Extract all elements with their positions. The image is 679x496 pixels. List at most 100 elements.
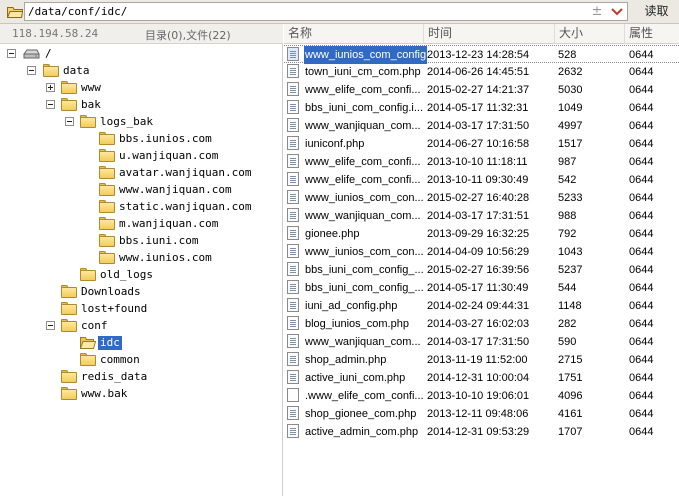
tree-node-m-wanjiquan[interactable]: m.wanjiquan.com bbox=[99, 216, 279, 233]
file-row[interactable]: shop_admin.php 2013-11-19 11:52:00 2715 064… bbox=[284, 351, 679, 369]
tree-node-conf[interactable]: conf bbox=[46, 318, 246, 335]
tree-node-lost-found[interactable]: lost+found bbox=[61, 301, 241, 318]
directory-tree[interactable]: / data www bak logs_bak bbs.iunios.com u… bbox=[0, 44, 283, 496]
file-time: 2014-12-31 09:53:29 bbox=[427, 426, 530, 438]
tree-node-avatar-wanjiquan[interactable]: avatar.wanjiquan.com bbox=[99, 165, 279, 182]
file-name: www_elife_com_confi... bbox=[305, 156, 421, 168]
file-size: 528 bbox=[558, 49, 577, 61]
tree-node-label: www.wanjiquan.com bbox=[119, 183, 232, 196]
file-row[interactable]: www_iunios_com_config 2013-12-23 14:28:54… bbox=[284, 45, 679, 64]
tree-node-www[interactable]: www bbox=[46, 80, 246, 97]
php-file-icon bbox=[287, 190, 299, 204]
file-row[interactable]: active_admin_com.php 2014-12-31 09:53:29 1… bbox=[284, 423, 679, 441]
php-file-icon bbox=[287, 82, 299, 96]
file-row[interactable]: active_iuni_com.php 2014-12-31 10:00:04 17… bbox=[284, 369, 679, 387]
file-name-cell: www_iunios_com_config bbox=[287, 46, 427, 64]
file-name-cell: town_iuni_cm_com.php bbox=[287, 63, 427, 81]
tree-node-bbs-iuni[interactable]: bbs.iuni.com bbox=[99, 233, 279, 250]
file-row[interactable]: gionee.php 2013-09-29 16:32:25 792 0644 bbox=[284, 225, 679, 243]
file-name: bbs_iuni_com_config_... bbox=[305, 282, 424, 294]
file-time: 2013-10-11 09:30:49 bbox=[427, 174, 529, 186]
file-row[interactable]: www_wanjiquan_com... 2014-03-17 17:31:50 4… bbox=[284, 117, 679, 135]
column-header-name[interactable]: 名称 bbox=[284, 24, 424, 44]
server-ip: 118.194.58.24 bbox=[12, 27, 99, 40]
file-name-cell: gionee.php bbox=[287, 225, 427, 243]
tree-node-static-wanjiquan[interactable]: static.wanjiquan.com bbox=[99, 199, 279, 216]
file-row[interactable]: www_elife_com_confi... 2015-02-27 14:21:3… bbox=[284, 81, 679, 99]
file-name-cell: www_elife_com_confi... bbox=[287, 171, 427, 189]
tree-node-label: www.iunios.com bbox=[119, 251, 212, 264]
file-attr: 0644 bbox=[629, 264, 654, 276]
collapse-toggle[interactable] bbox=[65, 117, 74, 126]
folder-icon bbox=[99, 132, 115, 145]
column-header-size[interactable]: 大小 bbox=[555, 24, 625, 44]
file-row[interactable]: .www_elife_com_confi... 2013-10-10 19:06:… bbox=[284, 387, 679, 405]
collapse-toggle[interactable] bbox=[7, 49, 16, 58]
chevron-down-icon[interactable] bbox=[609, 3, 625, 20]
file-time: 2014-03-17 17:31:50 bbox=[427, 336, 530, 348]
collapse-toggle[interactable] bbox=[46, 100, 55, 109]
tree-node-label: bbs.iunios.com bbox=[119, 132, 212, 145]
tree-node-bak[interactable]: bak bbox=[46, 97, 246, 114]
file-row[interactable]: bbs_iuni_com_config.i... 2014-05-17 11:32… bbox=[284, 99, 679, 117]
file-time: 2013-10-10 11:18:11 bbox=[427, 156, 528, 168]
tree-node-u-wanjiquan[interactable]: u.wanjiquan.com bbox=[99, 148, 279, 165]
file-row[interactable]: www_elife_com_confi... 2013-10-10 11:18:1… bbox=[284, 153, 679, 171]
file-time: 2015-02-27 16:39:56 bbox=[427, 264, 530, 276]
file-row[interactable]: www_wanjiquan_com... 2014-03-17 17:31:51 9… bbox=[284, 207, 679, 225]
file-name: bbs_iuni_com_config.i... bbox=[305, 102, 424, 114]
file-row[interactable]: www_iunios_com_con... 2015-02-27 16:40:28… bbox=[284, 189, 679, 207]
tree-node-www-iunios[interactable]: www.iunios.com bbox=[99, 250, 279, 267]
tree-node-data[interactable]: data bbox=[27, 63, 227, 80]
file-row[interactable]: www_elife_com_confi... 2013-10-11 09:30:4… bbox=[284, 171, 679, 189]
php-file-icon bbox=[287, 298, 299, 312]
column-header-attr[interactable]: 属性 bbox=[625, 24, 679, 44]
tree-node-www-bak[interactable]: www.bak bbox=[61, 386, 241, 403]
file-row[interactable]: blog_iunios_com.php 2014-03-27 16:02:03 28… bbox=[284, 315, 679, 333]
file-attr: 0644 bbox=[629, 49, 654, 61]
expand-toggle[interactable] bbox=[46, 83, 55, 92]
read-button[interactable]: 读取 bbox=[634, 2, 679, 21]
folder-icon bbox=[99, 183, 115, 196]
php-file-icon bbox=[287, 280, 299, 294]
file-row[interactable]: shop_gionee_com.php 2013-12-11 09:48:06 41… bbox=[284, 405, 679, 423]
file-list[interactable]: 名称 时间 大小 属性 www_iunios_com_config 2013-12… bbox=[284, 24, 679, 496]
file-row[interactable]: town_iuni_cm_com.php 2014-06-26 14:45:51 2… bbox=[284, 63, 679, 81]
file-row[interactable]: iuniconf.php 2014-06-27 10:16:58 1517 0644 bbox=[284, 135, 679, 153]
tree-node-old-logs[interactable]: old_logs bbox=[80, 267, 260, 284]
column-header-time[interactable]: 时间 bbox=[424, 24, 555, 44]
file-name: .www_elife_com_confi... bbox=[305, 390, 424, 402]
file-name: www_iunios_com_config bbox=[304, 46, 427, 64]
php-file-icon bbox=[287, 226, 299, 240]
folder-open-icon bbox=[7, 7, 23, 18]
file-row[interactable]: www_iunios_com_con... 2014-04-09 10:56:29… bbox=[284, 243, 679, 261]
folder-icon bbox=[99, 234, 115, 247]
file-name: gionee.php bbox=[305, 228, 360, 240]
tree-node-label: m.wanjiquan.com bbox=[119, 217, 219, 230]
file-attr: 0644 bbox=[629, 372, 654, 384]
file-size: 5233 bbox=[558, 192, 583, 204]
tree-node-common[interactable]: common bbox=[80, 352, 260, 369]
tree-node-root[interactable]: / bbox=[7, 46, 207, 63]
file-size: 2715 bbox=[558, 354, 583, 366]
file-row[interactable]: www_wanjiquan_com... 2014-03-17 17:31:50 5… bbox=[284, 333, 679, 351]
php-file-icon bbox=[287, 64, 299, 78]
tree-node-bbs-iunios[interactable]: bbs.iunios.com bbox=[99, 131, 279, 148]
file-time: 2013-12-23 14:28:54 bbox=[427, 49, 530, 61]
file-attr: 0644 bbox=[629, 102, 654, 114]
file-row[interactable]: iuni_ad_config.php 2014-02-24 09:44:31 114… bbox=[284, 297, 679, 315]
file-name-cell: www_elife_com_confi... bbox=[287, 153, 427, 171]
tree-node-logs-bak[interactable]: logs_bak bbox=[65, 114, 265, 131]
add-bookmark-icon[interactable]: ± bbox=[590, 3, 604, 20]
tree-node-www-wanjiquan[interactable]: www.wanjiquan.com bbox=[99, 182, 279, 199]
server-info-bar: 118.194.58.24 目录(0),文件(22) bbox=[0, 24, 283, 44]
php-file-icon bbox=[287, 208, 299, 222]
path-input[interactable]: /data/conf/idc/ bbox=[24, 2, 628, 21]
tree-node-redis-data[interactable]: redis_data bbox=[61, 369, 241, 386]
collapse-toggle[interactable] bbox=[46, 321, 55, 330]
tree-node-downloads[interactable]: Downloads bbox=[61, 284, 241, 301]
file-row[interactable]: bbs_iuni_com_config_... 2015-02-27 16:39:… bbox=[284, 261, 679, 279]
collapse-toggle[interactable] bbox=[27, 66, 36, 75]
file-row[interactable]: bbs_iuni_com_config_... 2014-05-17 11:30:… bbox=[284, 279, 679, 297]
tree-node-idc[interactable]: idc bbox=[80, 335, 260, 352]
